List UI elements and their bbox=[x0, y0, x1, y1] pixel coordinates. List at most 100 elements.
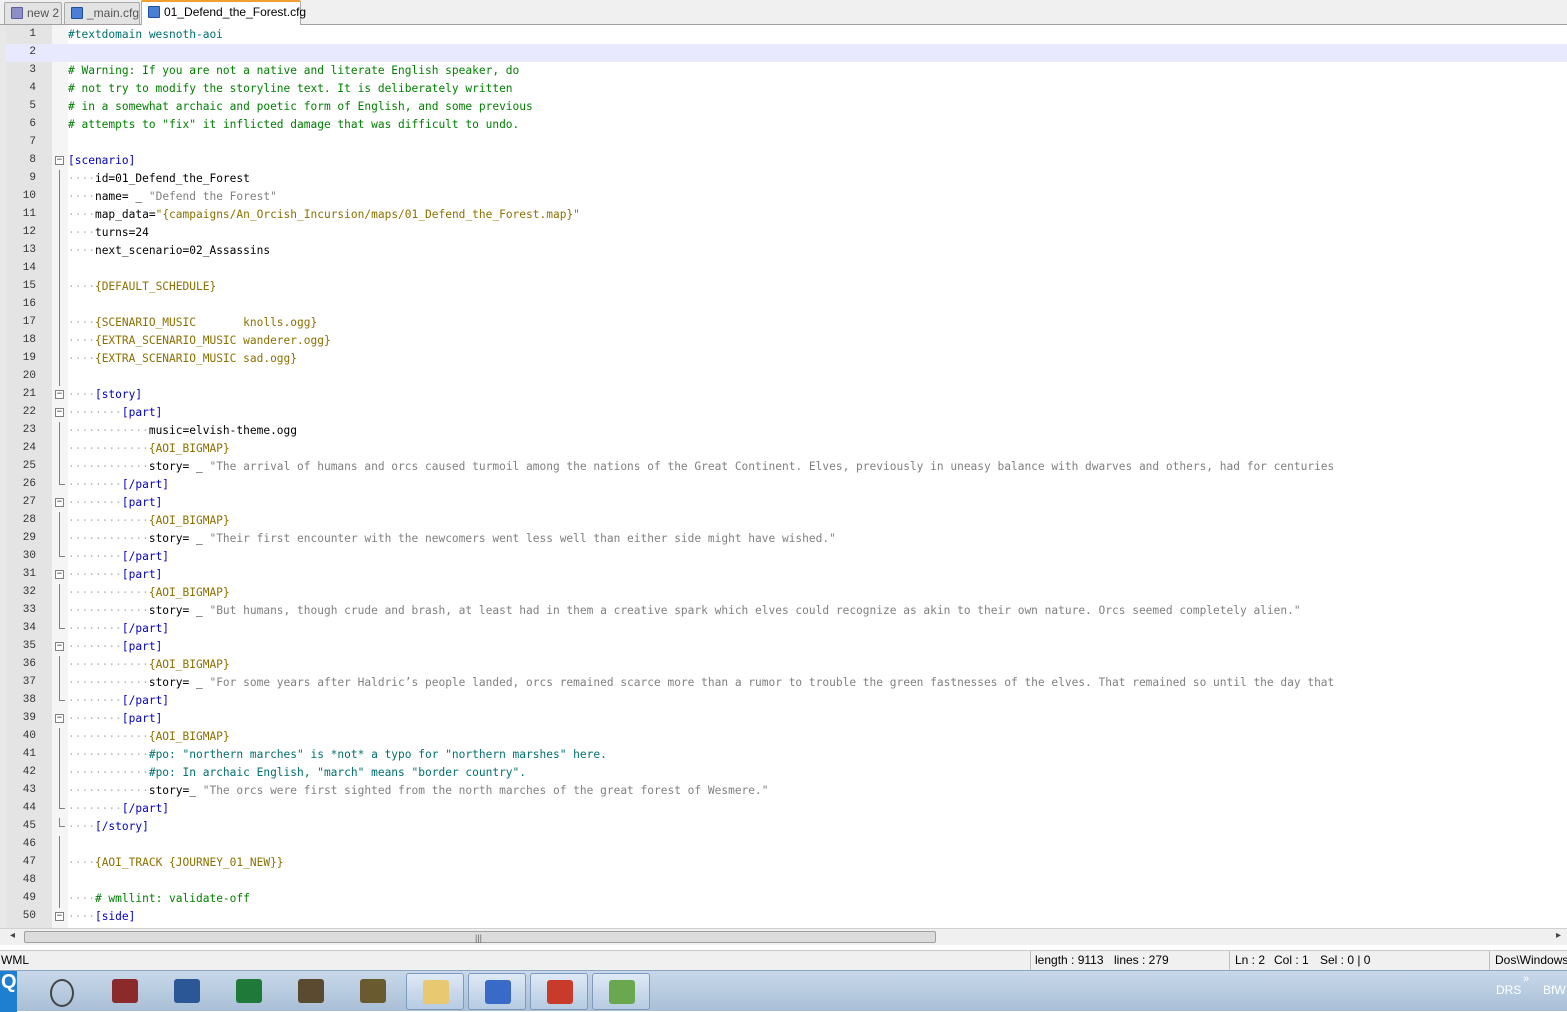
tray-expand-icon[interactable]: » bbox=[1523, 973, 1529, 985]
code-line[interactable]: 32 ············{AOI_BIGMAP} bbox=[6, 584, 1567, 602]
code-line[interactable]: 30 ········[/part] bbox=[6, 548, 1567, 566]
code-line[interactable]: 29 ············story= _ "Their first enco… bbox=[6, 530, 1567, 548]
code-line[interactable]: 12 ····turns=24 bbox=[6, 224, 1567, 242]
taskbar-app-button[interactable] bbox=[158, 973, 216, 1010]
code-line[interactable]: 19 ····{EXTRA_SCENARIO_MUSIC sad.ogg} bbox=[6, 350, 1567, 368]
line-number: 12 bbox=[22, 226, 36, 238]
code-line[interactable]: 15 ····{DEFAULT_SCHEDULE} bbox=[6, 278, 1567, 296]
fold-end-marker bbox=[59, 548, 65, 557]
code-line[interactable]: 21 − ····[story] bbox=[6, 386, 1567, 404]
tray-item[interactable]: BfW bbox=[1543, 983, 1566, 997]
code-line[interactable]: 3 # Warning: If you are not a native and … bbox=[6, 62, 1567, 80]
fold-guide bbox=[59, 458, 60, 476]
code-token: [story] bbox=[94, 388, 143, 401]
code-line[interactable]: 45 ····[/story] bbox=[6, 818, 1567, 836]
line-number: 10 bbox=[22, 190, 36, 202]
code-line[interactable]: 40 ············{AOI_BIGMAP} bbox=[6, 728, 1567, 746]
code-line[interactable]: 34 ········[/part] bbox=[6, 620, 1567, 638]
code-line[interactable]: 25 ············story= _ "The arrival of h… bbox=[6, 458, 1567, 476]
line-number: 17 bbox=[22, 316, 36, 328]
code-line[interactable]: 28 ············{AOI_BIGMAP} bbox=[6, 512, 1567, 530]
code-line[interactable]: 47 ····{AOI_TRACK {JOURNEY_01_NEW}} bbox=[6, 854, 1567, 872]
code-line[interactable]: 46 bbox=[6, 836, 1567, 854]
code-text: ········[part] bbox=[68, 640, 162, 654]
taskbar-app-button[interactable] bbox=[406, 973, 464, 1010]
scrollbar-thumb[interactable]: ||| bbox=[24, 931, 936, 943]
code-line[interactable]: 33 ············story= _ "But humans, thou… bbox=[6, 602, 1567, 620]
whitespace-dots: ············ bbox=[68, 460, 149, 473]
taskbar-app-button[interactable] bbox=[96, 973, 154, 1010]
line-number: 33 bbox=[22, 604, 36, 616]
line-number: 13 bbox=[22, 244, 36, 256]
code-line[interactable]: 24 ············{AOI_BIGMAP} bbox=[6, 440, 1567, 458]
fold-guide bbox=[59, 206, 60, 224]
code-line[interactable]: 1 #textdomain wesnoth-aoi bbox=[6, 26, 1567, 44]
scroll-right-icon[interactable]: ▸ bbox=[1556, 930, 1561, 941]
code-line[interactable]: 49 ····# wmllint: validate-off bbox=[6, 890, 1567, 908]
code-line[interactable]: 16 bbox=[6, 296, 1567, 314]
scroll-left-icon[interactable]: ◂ bbox=[10, 930, 15, 941]
code-line[interactable]: 4 # not try to modify the storyline text.… bbox=[6, 80, 1567, 98]
fold-toggle-icon[interactable]: − bbox=[55, 714, 64, 723]
code-line[interactable]: 5 # in a somewhat archaic and poetic form… bbox=[6, 98, 1567, 116]
code-line[interactable]: 39 − ········[part] bbox=[6, 710, 1567, 728]
code-line[interactable]: 42 ············#po: In archaic English, "… bbox=[6, 764, 1567, 782]
fold-toggle-icon[interactable]: − bbox=[55, 390, 64, 399]
code-token: map_data= bbox=[94, 208, 156, 221]
code-line[interactable]: 14 bbox=[6, 260, 1567, 278]
code-line[interactable]: 31 − ········[part] bbox=[6, 566, 1567, 584]
taskbar-app-button[interactable] bbox=[220, 973, 278, 1010]
whitespace-dots: ···· bbox=[68, 910, 95, 923]
code-line[interactable]: 10 ····name= _ "Defend the Forest" bbox=[6, 188, 1567, 206]
code-line[interactable]: 2 bbox=[6, 44, 1567, 62]
code-line[interactable]: 38 ········[/part] bbox=[6, 692, 1567, 710]
fold-toggle-icon[interactable]: − bbox=[55, 498, 64, 507]
status-lines: lines : 279 bbox=[1114, 953, 1169, 967]
code-line[interactable]: 37 ············story= _ "For some years a… bbox=[6, 674, 1567, 692]
code-line[interactable]: 36 ············{AOI_BIGMAP} bbox=[6, 656, 1567, 674]
code-line[interactable]: 48 bbox=[6, 872, 1567, 890]
code-line[interactable]: 41 ············#po: "northern marches" is… bbox=[6, 746, 1567, 764]
line-number: 29 bbox=[22, 532, 36, 544]
code-line[interactable]: 8 − [scenario] bbox=[6, 152, 1567, 170]
tray-item[interactable]: DRS bbox=[1496, 983, 1521, 997]
code-line[interactable]: 11 ····map_data="{campaigns/An_Orcish_Inc… bbox=[6, 206, 1567, 224]
code-line[interactable]: 17 ····{SCENARIO_MUSIC knolls.ogg} bbox=[6, 314, 1567, 332]
fold-toggle-icon[interactable]: − bbox=[55, 156, 64, 165]
whitespace-dots: ············ bbox=[68, 784, 149, 797]
taskbar-app-button[interactable] bbox=[344, 973, 402, 1010]
code-line[interactable]: 6 # attempts to "fix" it inflicted damage… bbox=[6, 116, 1567, 134]
taskbar-app-button[interactable] bbox=[592, 973, 650, 1010]
code-line[interactable]: 23 ············music=elvish-theme.ogg bbox=[6, 422, 1567, 440]
tab-new-2[interactable]: new 2 bbox=[4, 2, 62, 24]
fold-guide bbox=[59, 296, 60, 314]
code-line[interactable]: 50 − ····[side] bbox=[6, 908, 1567, 926]
tab-main-cfg[interactable]: _main.cfg bbox=[64, 2, 140, 24]
code-line[interactable]: 18 ····{EXTRA_SCENARIO_MUSIC wanderer.ogg… bbox=[6, 332, 1567, 350]
fold-toggle-icon[interactable]: − bbox=[55, 570, 64, 579]
code-line[interactable]: 44 ········[/part] bbox=[6, 800, 1567, 818]
fold-toggle-icon[interactable]: − bbox=[55, 408, 64, 417]
tab-01-defend-the-forest[interactable]: 01_Defend_the_Forest.cfg bbox=[141, 0, 306, 25]
code-editor[interactable]: 1 #textdomain wesnoth-aoi 2 3 # Warning: If … bbox=[0, 25, 1567, 928]
taskbar-app-button[interactable] bbox=[282, 973, 340, 1010]
code-line[interactable]: 26 ········[/part] bbox=[6, 476, 1567, 494]
fold-toggle-icon[interactable]: − bbox=[55, 912, 64, 921]
fold-guide bbox=[59, 314, 60, 332]
fold-toggle-icon[interactable]: − bbox=[55, 642, 64, 651]
horizontal-scrollbar[interactable]: ◂ ||| ▸ bbox=[0, 928, 1567, 945]
taskbar-app-button[interactable] bbox=[468, 973, 526, 1010]
tab-label: 01_Defend_the_Forest.cfg bbox=[164, 5, 307, 19]
code-line[interactable]: 20 bbox=[6, 368, 1567, 386]
code-line[interactable]: 9 ····id=01_Defend_the_Forest bbox=[6, 170, 1567, 188]
code-line[interactable]: 22 − ········[part] bbox=[6, 404, 1567, 422]
code-line[interactable]: 35 − ········[part] bbox=[6, 638, 1567, 656]
code-line[interactable]: 43 ············story=_ "The orcs were fir… bbox=[6, 782, 1567, 800]
taskbar-app-button[interactable] bbox=[530, 973, 588, 1010]
taskbar-app-button[interactable] bbox=[34, 973, 92, 1010]
start-button[interactable]: Q bbox=[0, 971, 17, 1012]
code-line[interactable]: 13 ····next_scenario=02_Assassins bbox=[6, 242, 1567, 260]
code-line[interactable]: 7 bbox=[6, 134, 1567, 152]
line-number: 44 bbox=[22, 802, 36, 814]
code-line[interactable]: 27 − ········[part] bbox=[6, 494, 1567, 512]
